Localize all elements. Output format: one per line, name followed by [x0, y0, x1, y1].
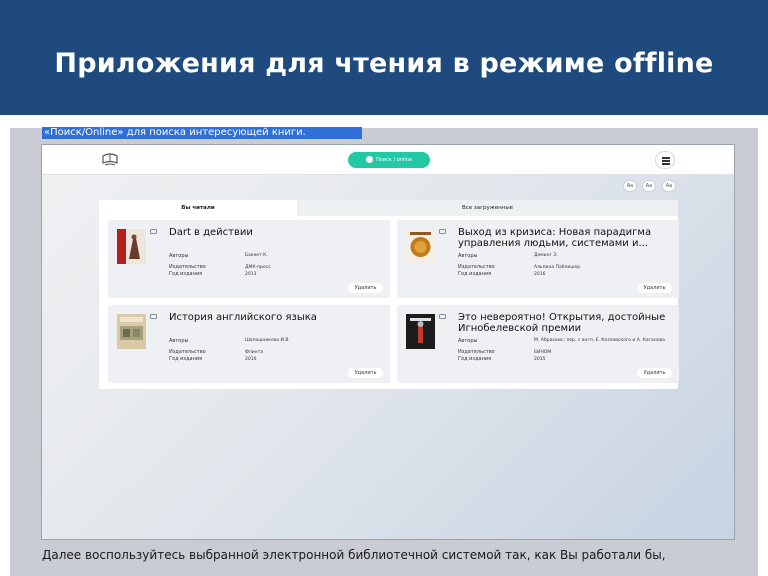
bookmark-icon[interactable]	[439, 314, 446, 319]
presentation-slide: Приложения для чтения в режиме offline «…	[0, 0, 768, 576]
search-online-button[interactable]: Поиск / online	[348, 152, 430, 168]
bookmark-icon[interactable]	[439, 229, 446, 234]
search-icon	[366, 156, 374, 163]
caption-bottom: Далее воспользуйтесь выбранной электронн…	[42, 548, 666, 562]
slide-title: Приложения для чтения в режиме offline	[54, 48, 714, 79]
publisher-label: Издательство	[458, 349, 495, 355]
publisher-value: Альпина Паблишер	[534, 265, 581, 270]
authors-value: Деминг Э.	[534, 253, 558, 258]
font-size-medium-button[interactable]: Aa	[642, 180, 656, 192]
delete-button[interactable]: Удалить	[637, 368, 672, 378]
book-cover-image	[117, 229, 146, 264]
publisher-value: ДМК-пресс	[245, 265, 271, 270]
book-cover-image	[117, 314, 146, 349]
year-value: 2015	[534, 357, 546, 362]
font-size-large-button[interactable]: Aa	[662, 180, 676, 192]
book-cover-image	[406, 229, 435, 264]
tab-you-read[interactable]: Вы читали	[99, 200, 297, 216]
book-card[interactable]: Это невероятно! Открытия, достойные Игно…	[397, 305, 679, 383]
book-title: Выход из кризиса: Новая парадигма управл…	[458, 227, 652, 249]
book-title: Это невероятно! Открытия, достойные Игно…	[458, 312, 666, 334]
authors-value: М. Абрахамс; пер. с англ. Е. Козловского…	[534, 338, 665, 343]
book-cover-image	[406, 314, 435, 349]
publisher-value: БИНОМ	[534, 350, 552, 355]
search-online-label: Поиск / online	[376, 157, 412, 163]
caption-top: «Поиск/Online» для поиска интересующей к…	[42, 127, 362, 139]
app-header: Поиск / online	[42, 145, 734, 175]
year-value: 2016	[245, 357, 257, 362]
delete-button[interactable]: Удалить	[348, 283, 383, 293]
year-label: Год издания	[169, 271, 203, 277]
year-value: 2016	[534, 272, 546, 277]
authors-label: Авторы	[458, 253, 478, 259]
authors-label: Авторы	[169, 253, 189, 259]
publisher-label: Издательство	[169, 349, 206, 355]
year-label: Год издания	[169, 356, 203, 362]
book-title: Dart в действии	[169, 227, 253, 238]
book-card[interactable]: Dart в действии Авторы Баккет К. Издател…	[108, 220, 390, 298]
hamburger-menu-icon[interactable]	[655, 151, 675, 169]
authors-label: Авторы	[458, 338, 478, 344]
authors-value: Шапошникова И.В.	[245, 338, 290, 343]
year-label: Год издания	[458, 271, 492, 277]
font-size-small-button[interactable]: Aa	[623, 180, 637, 192]
book-card[interactable]: История английского языка Авторы Шапошни…	[108, 305, 390, 383]
bookmark-icon[interactable]	[150, 314, 157, 319]
authors-label: Авторы	[169, 338, 189, 344]
book-title: История английского языка	[169, 312, 317, 323]
tab-all-downloaded[interactable]: Все загруженные	[297, 200, 678, 216]
library-logo-icon[interactable]	[100, 151, 120, 169]
year-label: Год издания	[458, 356, 492, 362]
publisher-label: Издательство	[169, 264, 206, 270]
books-panel: Все загруженные Вы читали Dart в действи…	[99, 200, 679, 389]
authors-value: Баккет К.	[245, 253, 268, 258]
reader-app-window: Поиск / online Aa Aa Aa Все загруженные …	[41, 144, 735, 540]
delete-button[interactable]: Удалить	[348, 368, 383, 378]
publisher-value: Флинта	[245, 350, 263, 355]
delete-button[interactable]: Удалить	[637, 283, 672, 293]
publisher-label: Издательство	[458, 264, 495, 270]
title-bar: Приложения для чтения в режиме offline	[0, 0, 768, 115]
book-card[interactable]: Выход из кризиса: Новая парадигма управл…	[397, 220, 679, 298]
year-value: 2013	[245, 272, 257, 277]
bookmark-icon[interactable]	[150, 229, 157, 234]
